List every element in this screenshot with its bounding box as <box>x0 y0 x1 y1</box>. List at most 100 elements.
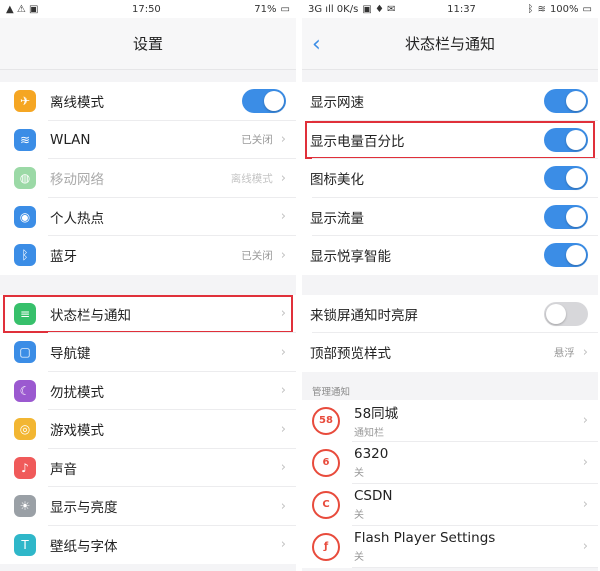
row-label: 蓝牙 <box>50 249 77 266</box>
chevron-right-icon: › <box>280 247 286 263</box>
moon-icon: ☾ <box>14 379 36 402</box>
settings-row[interactable]: T 壁纸与字体 › <box>0 525 296 564</box>
row-label: 状态栏与通知 <box>50 307 131 324</box>
toggle-switch[interactable] <box>544 243 588 268</box>
app-icon: C <box>312 490 340 519</box>
row-label: 声音 <box>50 461 77 478</box>
row-label: 显示流量 <box>310 210 364 227</box>
toggle-knob <box>566 168 586 189</box>
toggle-switch[interactable] <box>544 166 588 191</box>
app-name: Flash Player Settings <box>354 530 496 546</box>
settings-row[interactable]: ᛒ 蓝牙 已关闭 › <box>0 236 296 275</box>
hotspot-icon: ◉ <box>14 205 36 228</box>
settings-row[interactable]: ♪ 声音 › <box>0 448 296 487</box>
wallpaper-font-icon: T <box>14 533 36 556</box>
notification-icons: ▣ ♦ ✉ <box>362 3 396 15</box>
chevron-right-icon: › <box>582 455 588 470</box>
battery-percent: 71% <box>254 3 277 15</box>
statusbar-settings-list: 显示网速显示电量百分比图标美化显示流量显示悦享智能来锁屏通知时亮屏顶部预览样式 悬… <box>302 70 598 568</box>
toggle-knob <box>566 129 586 150</box>
settings-row[interactable]: 显示悦享智能 <box>302 236 598 275</box>
statusbar-notification-screen: 3G ıll 0K/s ▣ ♦ ✉ 11:37 ᛒ ≋ 100% ▭ ‹ 状态栏与通知 … <box>302 0 598 571</box>
app-notification-row[interactable]: ƒ Flash Player Settings 关 › <box>302 525 598 568</box>
row-value: 离线模式 <box>230 172 273 185</box>
mobile-network-icon: ◍ <box>14 167 36 190</box>
gamepad-icon: ◎ <box>14 418 36 441</box>
brightness-icon: ☀ <box>14 495 36 518</box>
settings-row[interactable]: ✈ 离线模式 <box>0 82 296 121</box>
row-label: 勿扰模式 <box>50 384 104 401</box>
row-label: 移动网络 <box>50 172 104 189</box>
toggle-switch[interactable] <box>544 204 588 229</box>
chevron-right-icon: › <box>582 497 588 512</box>
app-status: 通知栏 <box>354 428 384 439</box>
row-value: 已关闭 <box>241 249 273 262</box>
settings-row[interactable]: ☀ 显示与亮度 › <box>0 487 296 526</box>
chevron-right-icon: › <box>280 498 286 514</box>
toggle-knob <box>566 91 586 112</box>
toggle-switch[interactable] <box>544 89 588 114</box>
toggle-switch[interactable] <box>544 301 588 326</box>
app-notification-row[interactable]: C CSDN 关 › <box>302 483 598 526</box>
row-label: 来锁屏通知时亮屏 <box>310 307 418 324</box>
status-bar: ▲ ⚠ ▣ 17:50 71% ▭ <box>0 0 296 18</box>
chevron-right-icon: › <box>582 413 588 428</box>
toggle-switch[interactable] <box>544 127 588 152</box>
settings-row[interactable]: 显示电量百分比 <box>302 120 598 159</box>
battery-icon: ▭ <box>280 3 290 15</box>
app-status: 关 <box>354 510 364 521</box>
settings-row[interactable]: ◉ 个人热点 › <box>0 197 296 236</box>
settings-list: ✈ 离线模式 ≋ WLAN 已关闭 › ◍ 移动网络 离线模式 › ◉ 个人热点 › ᛒ 蓝牙 已关闭 › ≡ 状态… <box>0 70 296 564</box>
chevron-right-icon: › <box>280 306 286 322</box>
row-value: 已关闭 <box>241 134 273 147</box>
row-label: 顶部预览样式 <box>310 346 391 363</box>
app-text: 58同城通知栏 <box>354 402 583 439</box>
app-name: 58同城 <box>354 406 399 422</box>
settings-row[interactable]: ≋ WLAN 已关闭 › <box>0 120 296 159</box>
chevron-right-icon: › <box>280 460 286 476</box>
settings-row[interactable]: ≡ 状态栏与通知 › <box>0 294 296 333</box>
app-text: CSDN 关 <box>354 488 583 521</box>
navigation-key-icon: ▢ <box>14 341 36 364</box>
chevron-right-icon: › <box>280 537 286 553</box>
app-status: 关 <box>354 468 364 479</box>
chevron-right-icon: › <box>280 170 286 186</box>
app-icon: ƒ <box>312 532 340 561</box>
app-name: CSDN <box>354 488 393 504</box>
row-label: 壁纸与字体 <box>50 538 118 555</box>
settings-row[interactable]: 来锁屏通知时亮屏 <box>302 294 598 333</box>
settings-row[interactable]: 显示流量 <box>302 197 598 236</box>
group-gap <box>302 274 598 295</box>
app-notification-row[interactable]: 6 6320 关 › <box>302 441 598 484</box>
row-label: 导航键 <box>50 346 91 363</box>
back-icon[interactable]: ‹ <box>312 32 321 57</box>
settings-row[interactable]: ▢ 导航键 › <box>0 333 296 372</box>
row-label: 显示网速 <box>310 95 364 112</box>
row-label: 个人热点 <box>50 210 104 227</box>
app-text: Flash Player Settings 关 <box>354 530 583 563</box>
status-time: 17:50 <box>131 3 161 15</box>
row-label: 离线模式 <box>50 95 104 112</box>
airplane-icon: ✈ <box>14 90 36 113</box>
chevron-right-icon: › <box>582 539 588 554</box>
sound-icon: ♪ <box>14 456 36 479</box>
row-label: WLAN <box>50 131 91 148</box>
settings-row[interactable]: 图标美化 <box>302 159 598 198</box>
toggle-knob <box>566 245 586 266</box>
row-label: 显示电量百分比 <box>310 133 405 150</box>
settings-row[interactable]: ◍ 移动网络 离线模式 › <box>0 159 296 198</box>
settings-row[interactable]: ☾ 勿扰模式 › <box>0 371 296 410</box>
network-status: 3G ıll 0K/s <box>308 3 359 15</box>
app-text: 6320 关 <box>354 446 583 479</box>
settings-row[interactable]: 显示网速 <box>302 82 598 121</box>
app-notification-row[interactable]: 58 58同城 通知栏 › <box>302 399 598 442</box>
toggle-switch[interactable] <box>242 89 286 114</box>
settings-row[interactable]: 顶部预览样式 悬浮 › <box>302 333 598 372</box>
row-label: 游戏模式 <box>50 423 104 440</box>
settings-row[interactable]: ◎ 游戏模式 › <box>0 410 296 449</box>
wifi-icon: ≋ <box>537 3 546 15</box>
chevron-right-icon: › <box>280 421 286 437</box>
section-header: 管理通知 <box>302 371 598 400</box>
bluetooth-icon: ᛒ <box>14 244 36 267</box>
toggle-knob <box>566 206 586 227</box>
